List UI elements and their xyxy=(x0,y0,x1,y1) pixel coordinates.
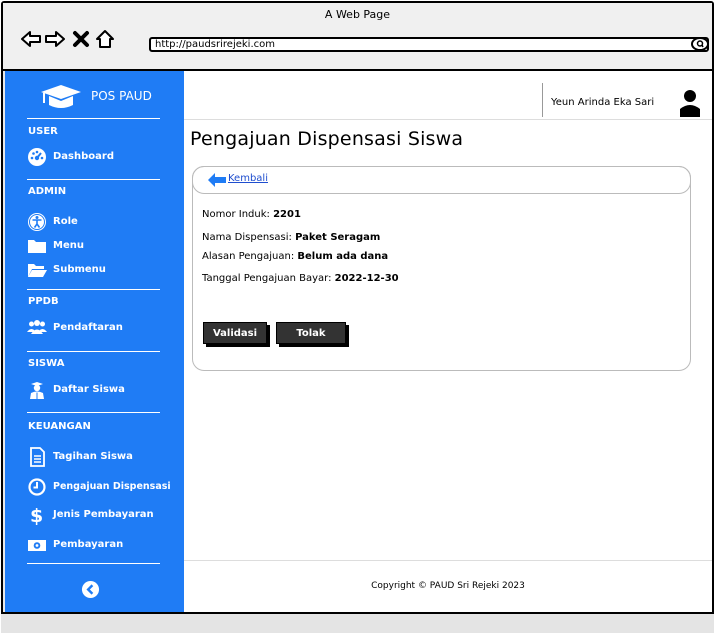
url-text: http://paudsrirejeki.com xyxy=(155,39,275,50)
sidebar-item-label: Role xyxy=(53,216,78,227)
sidebar-divider xyxy=(27,118,160,119)
field-nama-dispensasi: Nama Dispensasi: Paket Seragam xyxy=(202,232,380,243)
back-arrow-icon[interactable] xyxy=(21,29,41,49)
users-icon xyxy=(27,320,47,334)
field-nomor-induk: Nomor Induk: 2201 xyxy=(202,209,301,220)
sidebar: POS PAUD USER Dashboard ADMIN Role Menu xyxy=(5,71,184,612)
brand-label: POS PAUD xyxy=(91,89,152,103)
back-link-label: Kembali xyxy=(228,173,268,184)
page-title: Pengajuan Dispensasi Siswa xyxy=(190,128,464,150)
sidebar-item-submenu[interactable]: Submenu xyxy=(27,260,177,282)
section-ppdb: PPDB xyxy=(28,296,59,307)
section-siswa: SISWA xyxy=(28,358,65,369)
sidebar-divider xyxy=(27,179,160,180)
sidebar-item-daftar-siswa[interactable]: Daftar Siswa xyxy=(27,380,177,402)
student-icon xyxy=(30,382,44,399)
arrow-left-icon xyxy=(208,173,226,187)
field-tanggal-pengajuan: Tanggal Pengajuan Bayar: 2022-12-30 xyxy=(202,273,399,284)
document-icon xyxy=(30,447,45,467)
search-icon[interactable] xyxy=(691,34,711,54)
field-label: Alasan Pengajuan: xyxy=(202,251,295,262)
accessibility-icon xyxy=(28,213,46,231)
section-user: USER xyxy=(28,126,58,137)
sidebar-item-label: Daftar Siswa xyxy=(53,384,125,395)
money-icon xyxy=(28,540,46,551)
sidebar-divider xyxy=(27,412,160,413)
graduation-cap-icon xyxy=(41,85,81,108)
main-content: Pengajuan Dispensasi Siswa Kembali Nomor… xyxy=(184,120,712,560)
field-alasan-pengajuan: Alasan Pengajuan: Belum ada dana xyxy=(202,251,388,262)
sidebar-divider xyxy=(27,563,160,564)
user-name[interactable]: Yeun Arinda Eka Sari xyxy=(551,97,654,108)
browser-titlebar: A Web Page http://paudsrirejeki.com xyxy=(3,3,712,71)
chevron-left-icon[interactable] xyxy=(81,580,100,599)
field-value: 2022-12-30 xyxy=(334,273,399,284)
sidebar-item-role[interactable]: Role xyxy=(27,212,177,234)
dispensation-card: Kembali Nomor Induk: 2201 Nama Dispensas… xyxy=(192,166,691,371)
sidebar-item-label: Pembayaran xyxy=(53,539,124,550)
browser-statusbar xyxy=(1,612,714,633)
field-label: Nomor Induk: xyxy=(202,209,270,220)
back-button[interactable]: Kembali xyxy=(207,171,287,189)
copyright-text: Copyright © PAUD Sri Rejeki 2023 xyxy=(371,581,525,591)
validate-button[interactable]: Validasi xyxy=(203,322,267,344)
dollar-icon: $ xyxy=(30,505,43,525)
brand[interactable]: POS PAUD xyxy=(5,79,184,113)
sidebar-item-pembayaran[interactable]: Pembayaran xyxy=(27,535,177,557)
sidebar-divider xyxy=(27,289,160,290)
field-value: Paket Seragam xyxy=(295,232,381,243)
dashboard-icon xyxy=(28,148,46,166)
svg-text:$: $ xyxy=(30,505,43,525)
footer: Copyright © PAUD Sri Rejeki 2023 xyxy=(184,560,712,613)
sidebar-item-label: Pengajuan Dispensasi xyxy=(53,481,171,492)
sidebar-item-label: Submenu xyxy=(53,264,106,275)
window-title: A Web Page xyxy=(324,8,391,21)
clock-icon xyxy=(28,478,46,496)
sidebar-item-jenis-pembayaran[interactable]: $ Jenis Pembayaran xyxy=(27,505,177,527)
sidebar-item-pengajuan-dispensasi[interactable]: Pengajuan Dispensasi xyxy=(27,477,177,499)
sidebar-item-pendaftaran[interactable]: Pendaftaran xyxy=(27,318,177,340)
sidebar-item-dashboard[interactable]: Dashboard xyxy=(27,147,177,169)
field-label: Tanggal Pengajuan Bayar: xyxy=(202,273,332,284)
sidebar-item-label: Pendaftaran xyxy=(53,322,123,333)
forward-arrow-icon[interactable] xyxy=(45,29,65,49)
sidebar-item-label: Tagihan Siswa xyxy=(53,451,133,462)
card-header: Kembali xyxy=(192,166,691,194)
section-admin: ADMIN xyxy=(28,186,67,197)
field-value: 2201 xyxy=(273,209,301,220)
folder-open-icon xyxy=(28,264,47,277)
close-icon[interactable] xyxy=(71,29,91,49)
sidebar-item-label: Jenis Pembayaran xyxy=(53,509,154,520)
url-bar[interactable]: http://paudsrirejeki.com xyxy=(149,37,709,52)
field-value: Belum ada dana xyxy=(297,251,389,262)
sidebar-divider xyxy=(27,351,160,352)
reject-button[interactable]: Tolak xyxy=(276,322,346,344)
folder-icon xyxy=(28,240,46,253)
topbar: Yeun Arinda Eka Sari xyxy=(184,71,712,120)
sidebar-item-label: Dashboard xyxy=(53,151,114,162)
section-keuangan: KEUANGAN xyxy=(28,421,91,432)
home-icon[interactable] xyxy=(95,29,115,49)
sidebar-item-menu[interactable]: Menu xyxy=(27,236,177,258)
sidebar-item-label: Menu xyxy=(53,240,84,251)
topbar-divider xyxy=(542,83,543,117)
sidebar-item-tagihan-siswa[interactable]: Tagihan Siswa xyxy=(27,447,177,469)
field-label: Nama Dispensasi: xyxy=(202,232,292,243)
avatar[interactable] xyxy=(680,89,700,117)
